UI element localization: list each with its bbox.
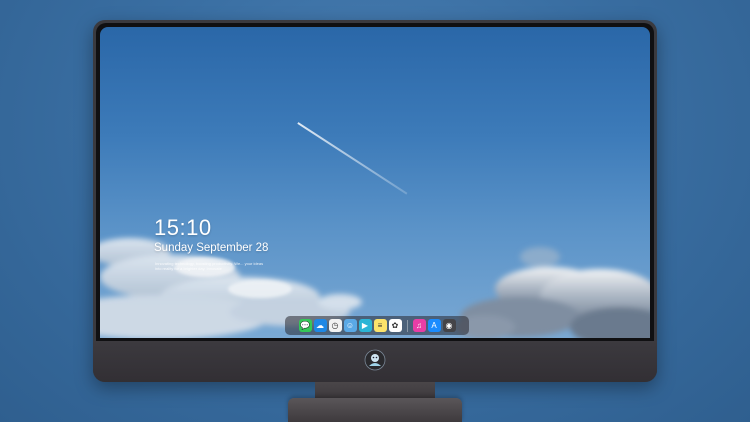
appstore-icon[interactable]: A: [427, 319, 441, 332]
video-icon[interactable]: ▶: [358, 319, 372, 332]
photos-icon[interactable]: ✿: [388, 319, 402, 332]
desktop-screen: 15:10 Sunday September 28 Innovating tec…: [100, 27, 650, 338]
monitor: 15:10 Sunday September 28 Innovating tec…: [93, 20, 657, 382]
monitor-chin: [93, 341, 657, 382]
lockscreen-date: Sunday September 28: [154, 242, 269, 254]
dock: 💬 ☁ ◷ ☺ ▶ ≡ ✿ ♫ A ◉: [285, 316, 469, 335]
monitor-bezel: 15:10 Sunday September 28 Innovating tec…: [96, 23, 654, 341]
lockscreen-tagline: Innovating technology, boosting producti…: [155, 261, 264, 271]
lockscreen-time: 15:10: [154, 215, 212, 240]
brand-logo-icon: [364, 349, 386, 371]
clock-icon[interactable]: ◷: [328, 319, 342, 332]
messages-icon[interactable]: 💬: [298, 319, 312, 332]
weather-icon[interactable]: ☁: [313, 319, 327, 332]
dock-separator: [406, 319, 408, 332]
music-icon[interactable]: ♫: [412, 319, 426, 332]
monitor-stand-foot: [288, 398, 462, 422]
clouds: [100, 238, 650, 338]
notes-icon[interactable]: ≡: [373, 319, 387, 332]
camera-icon[interactable]: ◉: [442, 319, 456, 332]
finder-icon[interactable]: ☺: [343, 319, 357, 332]
